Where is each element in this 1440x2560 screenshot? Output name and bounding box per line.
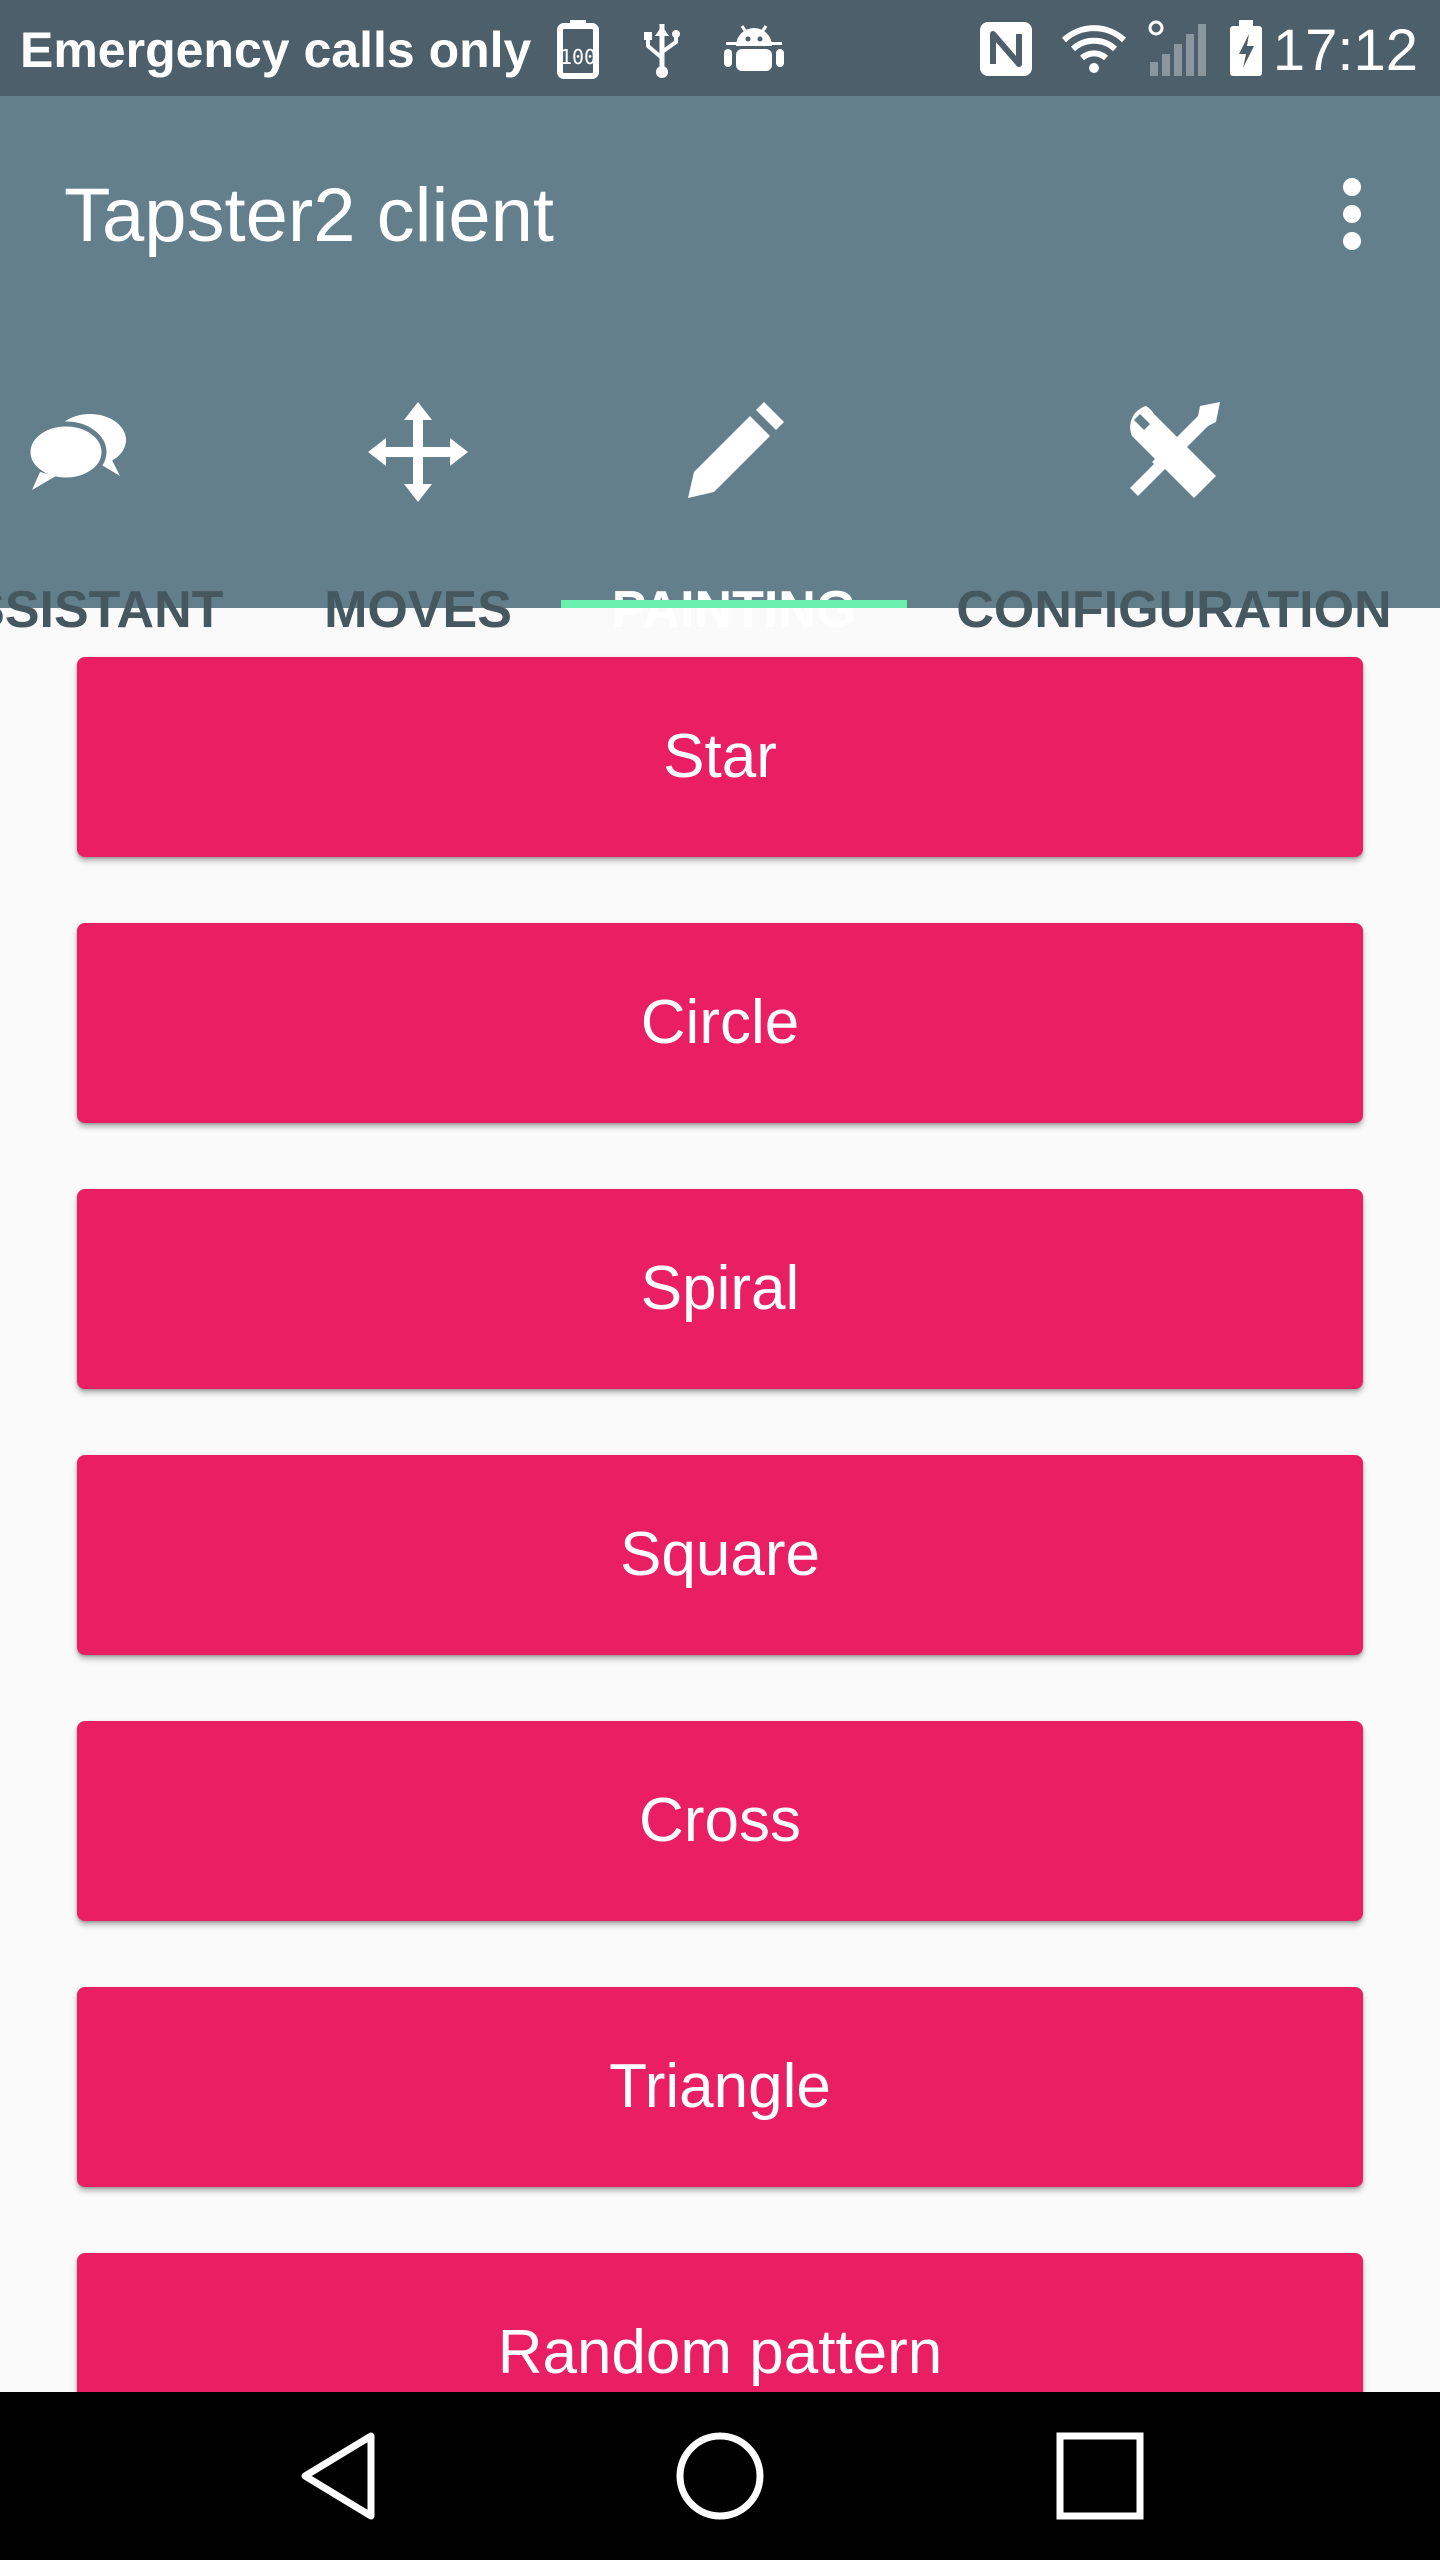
tab-configuration[interactable]: CONFIGURATION (946, 344, 1402, 639)
tab-moves[interactable]: MOVES (280, 344, 556, 639)
back-icon (301, 2432, 375, 2520)
star-button[interactable]: Star (77, 657, 1363, 857)
tools-icon (1124, 402, 1224, 506)
square-button[interactable]: Square (77, 1455, 1363, 1655)
wifi-icon (1060, 18, 1128, 80)
app-title: Tapster2 client (64, 173, 555, 258)
navigation-bar (0, 2392, 1440, 2560)
pencil-icon (684, 402, 784, 506)
battery-charging-icon (1226, 18, 1266, 80)
home-icon (676, 2432, 764, 2520)
usb-icon (640, 18, 684, 80)
app-bar: Tapster2 client ASSISTANT (0, 96, 1440, 639)
recents-button[interactable] (1000, 2392, 1200, 2560)
recents-icon (1056, 2432, 1144, 2520)
clock: 17:12 (1272, 18, 1418, 83)
battery-percent-icon: 100 (552, 18, 604, 80)
tab-painting[interactable]: PAINTING (561, 344, 907, 639)
carrier-text: Emergency calls only (20, 22, 532, 78)
triangle-button[interactable]: Triangle (77, 1987, 1363, 2187)
spiral-button[interactable]: Spiral (77, 1189, 1363, 1389)
tab-assistant[interactable]: ASSISTANT (0, 344, 226, 639)
tab-indicator (561, 600, 907, 608)
cross-button[interactable]: Cross (77, 1721, 1363, 1921)
back-button[interactable] (240, 2392, 440, 2560)
signal-icon (1146, 18, 1208, 80)
battery-saver-badge: 100 (560, 45, 596, 69)
chat-bubbles-icon (25, 408, 130, 500)
tab-bar: ASSISTANT MOVES (0, 344, 1440, 639)
home-button[interactable] (620, 2392, 820, 2560)
more-vert-icon[interactable] (1322, 164, 1382, 264)
random-pattern-button[interactable]: Random pattern (77, 2253, 1363, 2392)
painting-list: Star Circle Spiral Square Cross Triangle… (0, 608, 1440, 2392)
circle-button[interactable]: Circle (77, 923, 1363, 1123)
nfc-icon (976, 18, 1036, 80)
android-debug-icon (722, 18, 786, 80)
status-bar: Emergency calls only 100 17:12 (0, 0, 1440, 96)
move-arrows-icon (368, 402, 468, 506)
